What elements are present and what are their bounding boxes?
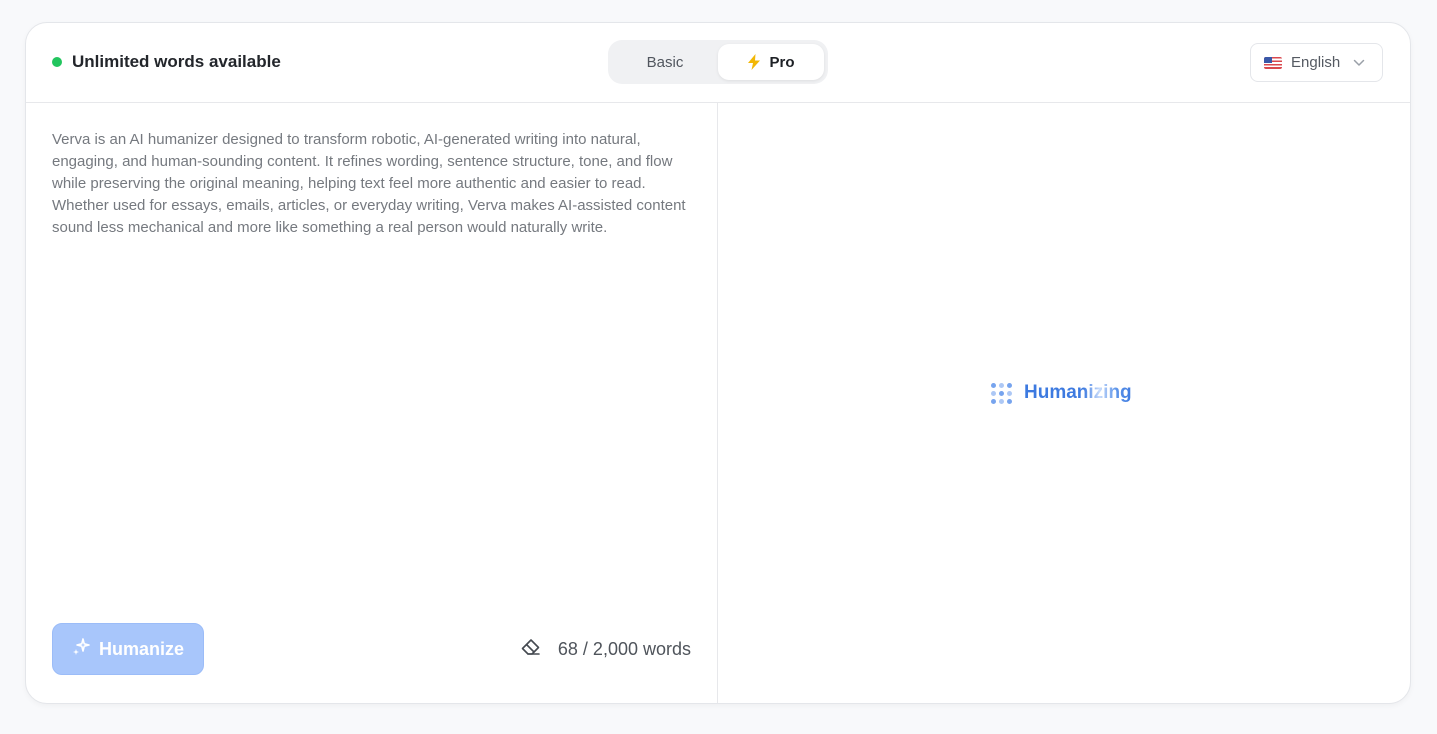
card-header: Unlimited words available Basic Pro Engl…: [26, 23, 1410, 103]
mode-pro-label: Pro: [769, 53, 795, 71]
mode-basic-button[interactable]: Basic: [612, 44, 718, 80]
sparkles-icon: [72, 637, 90, 661]
chevron-down-icon: [1353, 54, 1365, 71]
status-dot-icon: [52, 57, 62, 67]
word-availability-status: Unlimited words available: [52, 52, 281, 72]
status-text: Unlimited words available: [72, 52, 281, 71]
output-pane: Humanizing: [718, 103, 1410, 703]
word-count-text: 68 / 2,000 words: [557, 639, 691, 659]
word-counter: 68 / 2,000 words: [520, 637, 691, 662]
loading-dots-icon: [991, 382, 1012, 404]
input-textarea[interactable]: Verva is an AI humanizer designed to tra…: [52, 129, 692, 239]
eraser-icon[interactable]: [520, 637, 542, 662]
humanize-label: Humanize: [98, 638, 185, 659]
input-pane: Verva is an AI humanizer designed to tra…: [26, 103, 718, 703]
humanizing-indicator: Humanizing: [991, 382, 1132, 404]
humanize-button[interactable]: Humanize: [52, 623, 204, 675]
mode-basic-label: Basic: [646, 53, 684, 71]
us-flag-icon: [1264, 56, 1282, 69]
lightning-bolt-icon: [747, 54, 761, 70]
loading-text: Humanizing: [1024, 382, 1132, 403]
language-label: English: [1291, 54, 1341, 71]
mode-pro-button[interactable]: Pro: [718, 44, 824, 80]
language-select[interactable]: English: [1250, 43, 1383, 82]
humanizer-card: Unlimited words available Basic Pro Engl…: [25, 22, 1411, 704]
mode-toggle: Basic Pro: [608, 40, 828, 84]
